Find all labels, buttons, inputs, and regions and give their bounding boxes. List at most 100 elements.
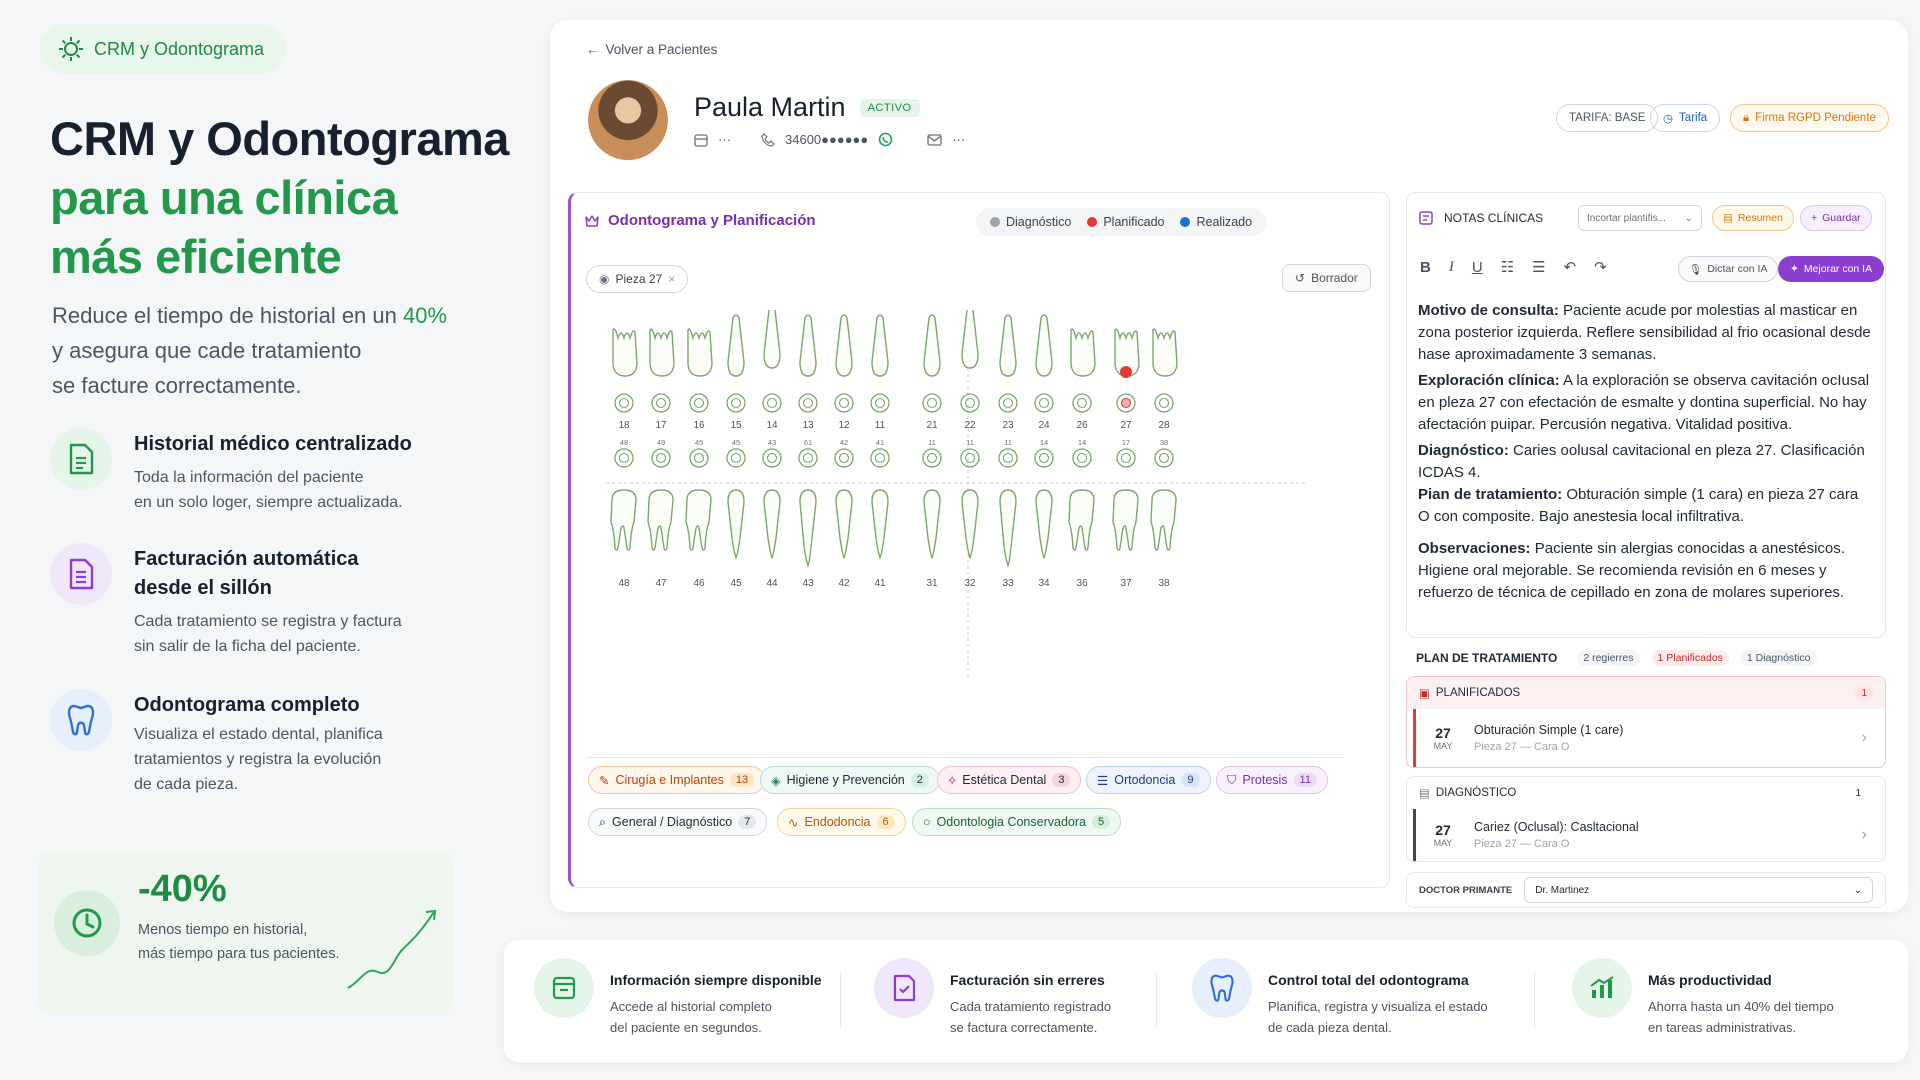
tooth-upper-23[interactable] <box>999 314 1017 377</box>
occlusal-lower-48[interactable] <box>614 448 634 468</box>
category-endodoncia[interactable]: ∿ Endodoncia 6 <box>777 808 906 836</box>
tooth-lower-45[interactable] <box>727 489 745 559</box>
tooth-upper-26[interactable] <box>1070 328 1096 377</box>
whatsapp-icon[interactable] <box>878 132 893 147</box>
occlusal-lower-44[interactable] <box>762 448 782 468</box>
occlusal-lower-47[interactable] <box>651 448 671 468</box>
occlusal-23[interactable] <box>998 393 1018 413</box>
occlusal-27[interactable] <box>1116 393 1136 413</box>
occlusal-16[interactable] <box>689 393 709 413</box>
occlusal-12[interactable] <box>834 393 854 413</box>
rgpd-button[interactable]: 🔒︎ Firma RGPD Pendiente <box>1730 104 1889 132</box>
doctor-select[interactable]: Dr. Martinez ⌄ <box>1524 877 1873 903</box>
occlusal-lower-36[interactable] <box>1072 448 1092 468</box>
occlusal-lower-46[interactable] <box>689 448 709 468</box>
tooth-upper-13[interactable] <box>799 314 817 377</box>
tooth-lower-32[interactable] <box>961 489 979 559</box>
resumen-button[interactable]: ▤ Resumen <box>1712 205 1794 231</box>
tooth-upper-22[interactable] <box>961 310 979 369</box>
tooth-lower-38[interactable] <box>1150 489 1177 551</box>
tooth-lower-48[interactable] <box>610 489 637 551</box>
tooth-upper-28[interactable] <box>1152 328 1178 377</box>
occlusal-lower-45[interactable] <box>726 448 746 468</box>
back-link[interactable]: ← Volver a Pacientes <box>586 42 717 57</box>
occlusal-22[interactable] <box>960 393 980 413</box>
tooth-lower-37[interactable] <box>1112 489 1139 551</box>
close-icon[interactable]: × <box>668 272 675 286</box>
category-protesis[interactable]: ⛉ Protesis 11 <box>1216 766 1328 794</box>
category-general[interactable]: ⌕ General / Diagnóstico 7 <box>588 808 768 836</box>
tooth-number: 43 <box>802 578 814 589</box>
borrador-button[interactable]: ↺ Borrador <box>1282 264 1371 292</box>
numbered-list-button[interactable]: ☰ <box>1532 258 1545 276</box>
tooth-upper-17[interactable] <box>649 328 675 377</box>
tooth-upper-24[interactable] <box>1035 314 1053 377</box>
tooth-upper-21[interactable] <box>923 314 941 377</box>
redo-button[interactable]: ↷ <box>1594 258 1607 276</box>
category-ortodoncia[interactable]: ☰ Ortodoncia 9 <box>1086 766 1211 794</box>
occlusal-lower-31[interactable] <box>922 448 942 468</box>
tooth-upper-15[interactable] <box>727 314 745 377</box>
tooth-upper-18[interactable] <box>612 328 638 377</box>
tooth-upper-12[interactable] <box>835 314 853 377</box>
occlusal-lower-41[interactable] <box>870 448 890 468</box>
occlusal-lower-33[interactable] <box>998 448 1018 468</box>
diagnosis-label: ▤ DIAGNÓSTICO <box>1419 787 1517 800</box>
tooth-upper-16[interactable] <box>687 328 713 377</box>
category-cirugia[interactable]: ✎ Cirugía e Implantes 13 <box>588 766 766 794</box>
diagnosis-item[interactable]: 27 MAY Cariez (Oclusal): Casltacional Piez… <box>1413 809 1885 861</box>
occlusal-lower-43[interactable] <box>798 448 818 468</box>
dictar-button[interactable]: 🎙︎ Dictar con IA <box>1678 256 1779 282</box>
guardar-button[interactable]: + Guardar <box>1800 205 1872 231</box>
tooth-lower-34[interactable] <box>1035 489 1053 559</box>
occlusal-18[interactable] <box>614 393 634 413</box>
selected-tooth-chip[interactable]: ◉ Pieza 27 × <box>586 265 689 293</box>
occlusal-24[interactable] <box>1034 393 1054 413</box>
tooth-lower-41[interactable] <box>871 489 889 559</box>
tooth-upper-11[interactable] <box>871 314 889 377</box>
notes-body[interactable]: Motivo de consulta: Paciente acude por m… <box>1418 300 1874 604</box>
occlusal-14[interactable] <box>762 393 782 413</box>
plan-pill-planificados[interactable]: 1 Planificados <box>1651 650 1729 666</box>
chevron-down-icon: ⌄ <box>1853 884 1862 896</box>
tooth-upper-14[interactable] <box>763 310 781 369</box>
mejorar-button[interactable]: ✦ Mejorar con IA <box>1778 256 1885 282</box>
occlusal-17[interactable] <box>651 393 671 413</box>
tooth-lower-44[interactable] <box>763 489 781 559</box>
occlusal-21[interactable] <box>922 393 942 413</box>
underline-button[interactable]: U <box>1472 259 1483 276</box>
occlusal-15[interactable] <box>726 393 746 413</box>
template-select[interactable]: Incortar plantifis... ⌄ <box>1578 205 1702 231</box>
occlusal-13[interactable] <box>798 393 818 413</box>
occlusal-26[interactable] <box>1072 393 1092 413</box>
mail-icon[interactable] <box>927 133 942 146</box>
plan-pill-registros[interactable]: 2 regierres <box>1577 650 1640 666</box>
tooth-lower-42[interactable] <box>835 489 853 559</box>
occlusal-lower-42[interactable] <box>834 448 854 468</box>
tooth-lower-33[interactable] <box>999 489 1017 567</box>
tooth-lower-31[interactable] <box>923 489 941 559</box>
category-higiene[interactable]: ◈ Higiene y Prevención 2 <box>760 766 940 794</box>
occlusal-lower-38[interactable] <box>1154 448 1174 468</box>
plan-pill-diagnostico[interactable]: 1 Diagnóstico <box>1740 650 1817 666</box>
occlusal-lower-32[interactable] <box>960 448 980 468</box>
occlusal-lower-37[interactable] <box>1116 448 1136 468</box>
occlusal-28[interactable] <box>1154 393 1174 413</box>
bullet-list-button[interactable]: ☷ <box>1501 258 1514 276</box>
tarifa-button[interactable]: ◷ Tarifa <box>1650 104 1721 132</box>
category-estetica[interactable]: ⟡ Estética Dental 3 <box>937 766 1082 794</box>
occlusal-11[interactable] <box>870 393 890 413</box>
bold-button[interactable]: B <box>1420 259 1431 276</box>
tooth-lower-43[interactable] <box>799 489 817 567</box>
tooth-lower-47[interactable] <box>647 489 674 551</box>
tooth-lower-36[interactable] <box>1068 489 1095 551</box>
italic-button[interactable]: I <box>1449 259 1454 276</box>
tooth-number-small: 11 <box>1004 438 1012 447</box>
occlusal-lower-34[interactable] <box>1034 448 1054 468</box>
lead-text-2: y asegura que cade tratamiento <box>52 338 362 363</box>
planned-item[interactable]: 27 MAY Obturación Simple (1 care) Pieza 27… <box>1413 709 1885 767</box>
undo-button[interactable]: ↶ <box>1564 258 1577 276</box>
tooth-lower-46[interactable] <box>685 489 712 551</box>
category-conservadora[interactable]: ○ Odontologia Conservadora 5 <box>912 808 1122 836</box>
tooth-upper-27[interactable] <box>1114 328 1140 378</box>
